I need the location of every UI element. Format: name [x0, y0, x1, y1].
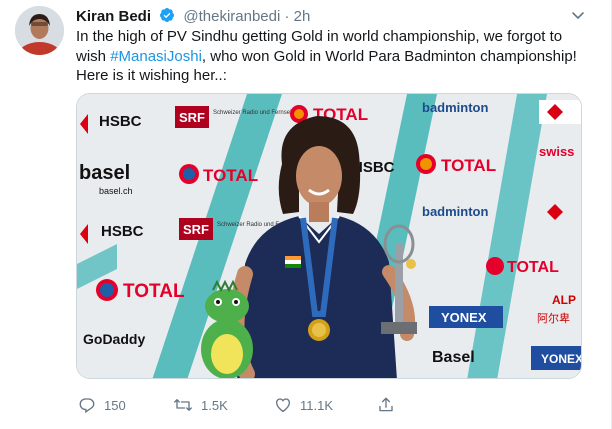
- logo-baselch-1: basel.ch: [99, 186, 133, 196]
- logo-srf-1: SRF: [179, 110, 205, 125]
- mascot-toy: [201, 279, 253, 378]
- logo-alp: ALP: [552, 293, 576, 307]
- logo-hsbc-3: HSBC: [101, 223, 144, 240]
- retweet-button[interactable]: 1.5K: [173, 396, 228, 414]
- like-button[interactable]: 11.1K: [274, 396, 333, 414]
- retweet-icon: [173, 396, 193, 414]
- like-count: 11.1K: [300, 397, 334, 413]
- logo-chinese: 阿尔卑: [537, 311, 570, 325]
- logo-basel-1: basel: [79, 162, 130, 184]
- logo-swiss-1: swiss: [539, 144, 574, 159]
- tweet-photo[interactable]: HSBC SRF Schweizer Radio und Fernsehen T…: [76, 93, 582, 379]
- logo-total-3: TOTAL: [441, 156, 496, 175]
- logo-badminton-2: badminton: [422, 204, 488, 219]
- tweet-text: In the high of PV Sindhu getting Gold in…: [76, 27, 592, 86]
- photo-image: HSBC SRF Schweizer Radio und Fernsehen T…: [77, 94, 582, 378]
- share-button[interactable]: [377, 396, 395, 414]
- tweet-card[interactable]: Kiran Bedi @thekiranbedi · 2h In the hig…: [0, 0, 612, 429]
- author-handle[interactable]: @thekiranbedi: [183, 8, 280, 25]
- author-name[interactable]: Kiran Bedi: [76, 8, 151, 25]
- logo-srf-2: SRF: [183, 222, 209, 237]
- logo-basel-2: Basel: [432, 349, 475, 366]
- logo-hsbc-1: HSBC: [99, 113, 142, 130]
- logo-godaddy: GoDaddy: [83, 331, 145, 347]
- logo-badminton-1: badminton: [422, 100, 488, 115]
- logo-srf-caption-1: Schweizer Radio und Fernsehen: [213, 110, 300, 116]
- heart-icon: [274, 396, 292, 414]
- hashtag-link[interactable]: #ManasiJoshi: [110, 48, 202, 65]
- logo-total-4: TOTAL: [123, 281, 185, 302]
- logo-yonex-2: YONEX: [541, 352, 582, 366]
- tweet-timestamp[interactable]: 2h: [294, 8, 311, 25]
- retweet-count: 1.5K: [201, 397, 228, 413]
- logo-yonex-1: YONEX: [441, 310, 487, 325]
- verified-badge-icon: [159, 7, 175, 27]
- more-options-chevron-icon[interactable]: [571, 8, 585, 27]
- reply-icon: [78, 396, 96, 414]
- tweet-header: Kiran Bedi @thekiranbedi · 2h: [76, 7, 310, 27]
- avatar-image: [15, 6, 64, 55]
- header-separator: ·: [284, 8, 290, 25]
- reply-count: 150: [104, 397, 126, 413]
- avatar[interactable]: [15, 6, 64, 55]
- share-icon: [377, 396, 395, 414]
- logo-total-5: TOTAL: [507, 259, 559, 276]
- reply-button[interactable]: 150: [78, 396, 126, 414]
- logo-total-2: TOTAL: [203, 166, 258, 185]
